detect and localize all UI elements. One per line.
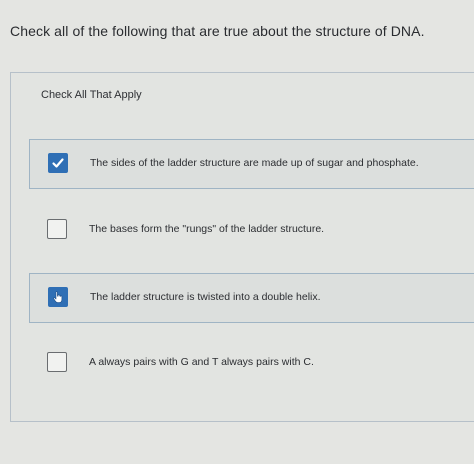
option-4-checkbox[interactable] [47, 352, 67, 372]
option-3-label: The ladder structure is twisted into a d… [90, 291, 321, 303]
option-3-checkbox[interactable] [48, 287, 68, 307]
option-1[interactable]: The sides of the ladder structure are ma… [29, 139, 474, 189]
checkmark-icon [52, 158, 64, 168]
option-1-label: The sides of the ladder structure are ma… [90, 157, 419, 169]
option-2[interactable]: The bases form the "rungs" of the ladder… [29, 206, 474, 256]
option-3[interactable]: The ladder structure is twisted into a d… [29, 273, 474, 323]
option-4[interactable]: A always pairs with G and T always pairs… [29, 339, 474, 389]
instruction-label: Check All That Apply [41, 89, 142, 101]
option-2-checkbox[interactable] [47, 219, 67, 239]
option-2-label: The bases form the "rungs" of the ladder… [89, 223, 325, 235]
answer-panel: Check All That Apply The sides of the la… [10, 72, 474, 422]
hand-pointer-icon [53, 291, 63, 303]
option-1-checkbox[interactable] [48, 153, 68, 173]
option-4-label: A always pairs with G and T always pairs… [89, 356, 314, 368]
question-text: Check all of the following that are true… [10, 23, 425, 39]
